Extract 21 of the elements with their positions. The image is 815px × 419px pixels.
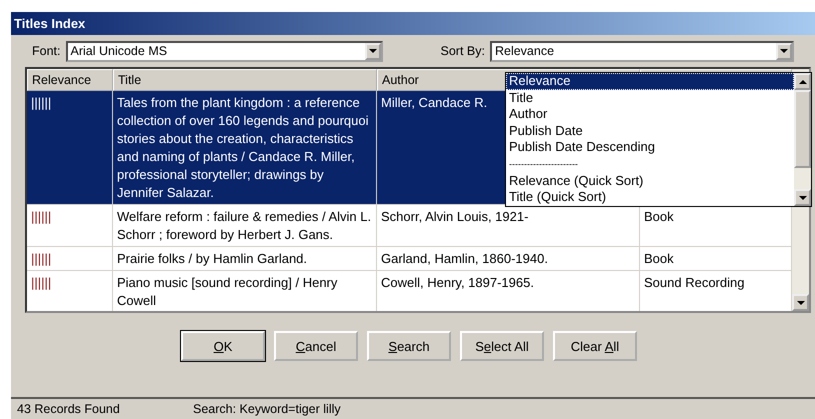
type-cell: Book (644, 251, 674, 266)
font-label: Font: (32, 44, 60, 58)
type-cell: Sound Recording (644, 275, 744, 290)
title-cell: Prairie folks / by Hamlin Garland. (117, 251, 308, 266)
title-cell: Welfare reform : failure & remedies / Alvin L. Schorr ; foreword by Herbert J. Gans. (117, 209, 372, 242)
relevance-bars: |||||| (31, 209, 52, 224)
title-cell: Piano music [sound recording] / Henry Cowell (117, 275, 338, 308)
sort-by-label: Sort By: (440, 44, 485, 58)
records-count: 43 Records Found (17, 402, 121, 416)
relevance-bars: |||||| (31, 251, 52, 266)
relevance-bars: |||||| (31, 275, 52, 290)
relevance-bars: |||||| (31, 95, 52, 110)
search-query: Search: Keyword=tiger lilly (193, 402, 341, 416)
title-cell: Tales from the plant kingdom : a reference collection of over 160 legends and pourquoi stories about the creation, characteristics and naming of plants / Candace R. Miller, professional storyteller; drawings by Jennifer Salazar. (117, 95, 369, 200)
separator-line: ----------------------- (508, 158, 579, 171)
window-title: Titles Index (14, 16, 86, 31)
author-cell: Cowell, Henry, 1897-1965. (381, 275, 534, 290)
author-cell: Garland, Hamlin, 1860-1940. (381, 251, 548, 266)
type-cell: Book (644, 209, 674, 224)
author-cell: Schorr, Alvin Louis, 1921- (381, 209, 528, 224)
author-cell: Miller, Candace R. (381, 95, 488, 110)
